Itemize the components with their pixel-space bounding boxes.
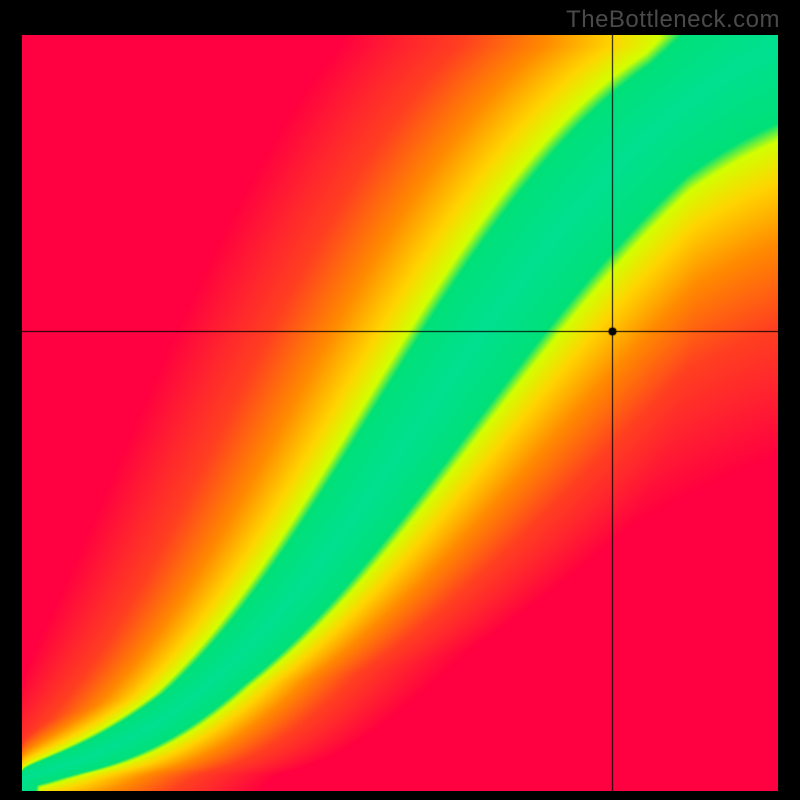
watermark-text: TheBottleneck.com xyxy=(566,6,780,34)
bottleneck-heatmap xyxy=(22,35,778,791)
chart-frame: TheBottleneck.com xyxy=(0,0,800,800)
plot-container xyxy=(22,35,778,791)
